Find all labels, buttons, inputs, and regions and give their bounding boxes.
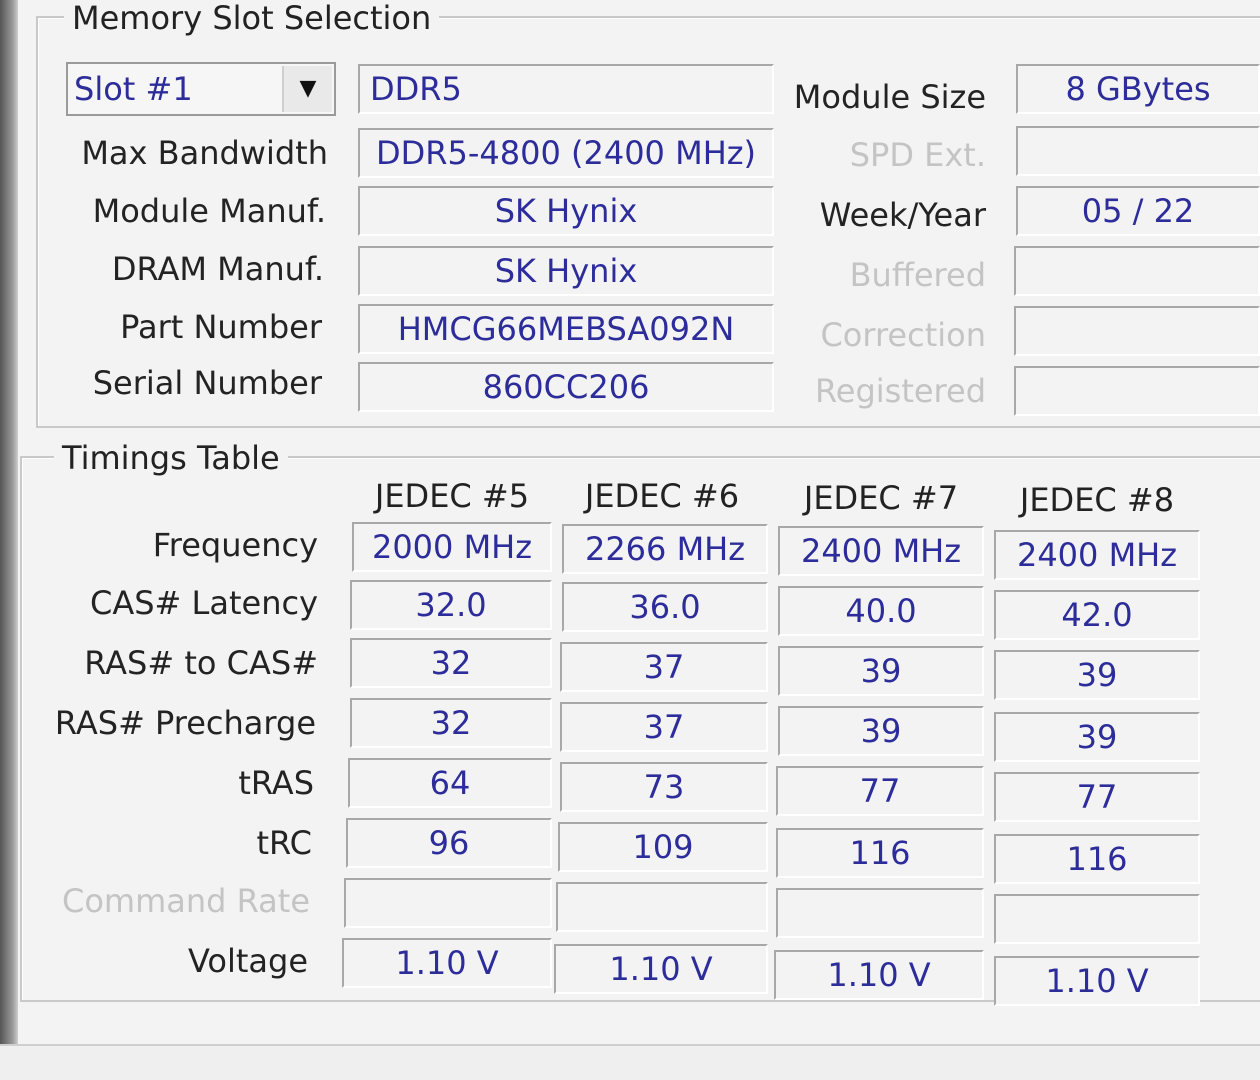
module-size-label: Module Size <box>793 78 986 116</box>
status-bar <box>0 1044 1260 1080</box>
timing-cell: 37 <box>560 642 768 692</box>
timing-cell: 32.0 <box>350 580 552 630</box>
dram-manuf-label: DRAM Manuf. <box>111 250 324 288</box>
column-header-jedec-8: JEDEC #8 <box>1019 481 1175 519</box>
timing-cell: 1.10 V <box>774 950 984 1000</box>
timing-cell: 1.10 V <box>554 944 768 994</box>
row-label-cas-latency: CAS# Latency <box>89 584 318 622</box>
spd-ext-field <box>1016 126 1260 176</box>
module-size-field: 8 GBytes <box>1016 64 1260 114</box>
timing-cell <box>344 878 552 928</box>
part-number-field: HMCG66MEBSA092N <box>358 304 774 354</box>
slot-select-value: Slot #1 <box>74 70 193 108</box>
timing-cell <box>994 894 1200 944</box>
row-label-frequency: Frequency <box>152 526 318 564</box>
timing-cell: 42.0 <box>994 590 1200 640</box>
timing-cell: 116 <box>994 834 1200 884</box>
memory-slot-group-title: Memory Slot Selection <box>64 0 440 36</box>
timing-cell: 116 <box>776 828 984 878</box>
week-year-field: 05 / 22 <box>1016 186 1260 236</box>
module-manuf-label: Module Manuf. <box>92 192 326 230</box>
row-label-command-rate: Command Rate <box>61 882 310 920</box>
week-year-label: Week/Year <box>819 196 986 234</box>
timing-cell: 37 <box>560 702 768 752</box>
timing-cell: 109 <box>558 822 768 872</box>
timing-cell: 40.0 <box>778 586 984 636</box>
row-label-tras: tRAS <box>238 764 314 802</box>
timing-cell: 36.0 <box>562 582 768 632</box>
timing-cell: 2266 MHz <box>562 524 768 574</box>
registered-field <box>1014 366 1260 416</box>
module-manuf-field: SK Hynix <box>358 186 774 236</box>
timing-cell: 39 <box>994 712 1200 762</box>
timing-cell: 32 <box>350 698 552 748</box>
correction-label: Correction <box>820 316 986 354</box>
timing-cell: 77 <box>776 766 984 816</box>
column-header-jedec-7: JEDEC #7 <box>803 479 959 517</box>
timing-cell: 2400 MHz <box>994 530 1200 580</box>
timing-cell: 39 <box>778 646 984 696</box>
part-number-label: Part Number <box>120 308 322 346</box>
timing-cell: 2400 MHz <box>778 526 984 576</box>
row-label-ras-to-cas: RAS# to CAS# <box>84 644 318 682</box>
timing-cell <box>776 888 984 938</box>
row-label-voltage: Voltage <box>187 942 308 980</box>
memory-type-field: DDR5 <box>358 64 774 114</box>
column-header-jedec-5: JEDEC #5 <box>374 477 530 515</box>
max-bandwidth-label: Max Bandwidth <box>81 134 328 172</box>
timing-cell: 64 <box>348 758 552 808</box>
timing-cell: 32 <box>350 638 552 688</box>
timing-cell: 73 <box>560 762 768 812</box>
timing-cell: 2000 MHz <box>352 522 552 572</box>
timing-cell: 77 <box>994 772 1200 822</box>
timing-cell: 1.10 V <box>342 938 552 988</box>
row-label-trc: tRC <box>256 824 312 862</box>
column-header-jedec-6: JEDEC #6 <box>584 477 740 515</box>
dram-manuf-field: SK Hynix <box>358 246 774 296</box>
registered-label: Registered <box>814 372 986 410</box>
correction-field <box>1014 306 1260 356</box>
window-edge <box>0 0 18 1080</box>
buffered-field <box>1014 246 1260 296</box>
row-label-ras-precharge: RAS# Precharge <box>54 704 316 742</box>
timing-cell: 39 <box>994 650 1200 700</box>
timing-cell <box>556 882 768 932</box>
timings-group-title: Timings Table <box>54 440 288 476</box>
serial-number-label: Serial Number <box>92 364 322 402</box>
slot-select[interactable]: Slot #1 ▼ <box>66 62 336 116</box>
spd-ext-label: SPD Ext. <box>849 136 986 174</box>
timing-cell: 1.10 V <box>994 956 1200 1006</box>
timing-cell: 96 <box>346 818 552 868</box>
chevron-down-icon[interactable]: ▼ <box>282 66 332 112</box>
buffered-label: Buffered <box>849 256 986 294</box>
serial-number-field: 860CC206 <box>358 362 774 412</box>
max-bandwidth-field: DDR5-4800 (2400 MHz) <box>358 128 774 178</box>
timing-cell: 39 <box>778 706 984 756</box>
